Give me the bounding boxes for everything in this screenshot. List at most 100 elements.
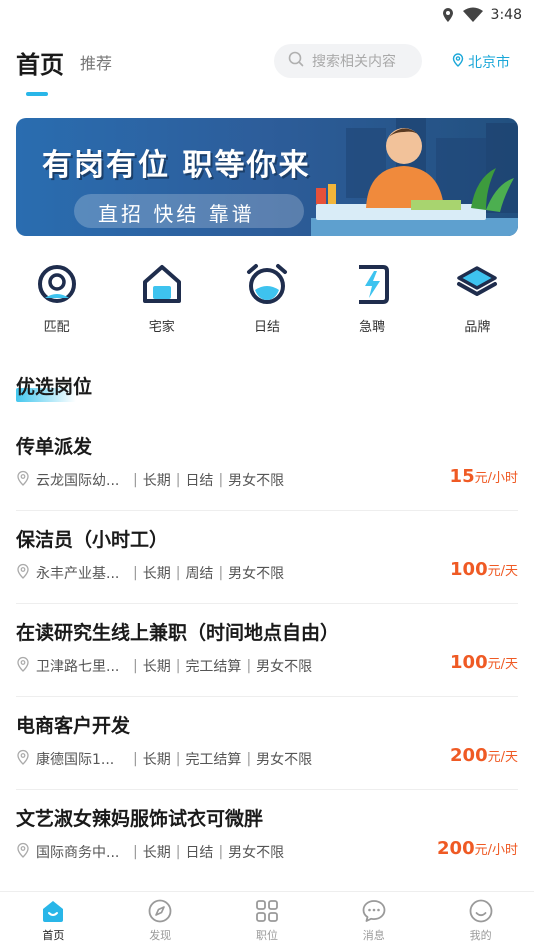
job-term: 长期 bbox=[142, 752, 171, 768]
divider: | bbox=[133, 472, 138, 488]
job-meta: 康德国际1... | 长期 | 完工结算 | 男女不限 bbox=[16, 749, 312, 769]
divider: | bbox=[133, 565, 138, 581]
location-pin-icon bbox=[452, 53, 464, 71]
search-icon bbox=[288, 51, 304, 71]
city-selector[interactable]: 北京市 bbox=[452, 52, 510, 72]
tab-active-indicator bbox=[26, 92, 48, 96]
home-icon bbox=[142, 265, 181, 303]
tab-jobs-nav[interactable]: 职位 bbox=[214, 892, 321, 949]
divider: | bbox=[133, 658, 138, 674]
divider: | bbox=[218, 844, 224, 860]
job-title: 在读研究生线上兼职（时间地点自由） bbox=[16, 622, 340, 644]
job-location: 云龙国际幼... bbox=[36, 473, 120, 489]
job-card[interactable]: 在读研究生线上兼职（时间地点自由） 卫津路七里... | 长期 | 完工结算 |… bbox=[16, 604, 518, 697]
location-status-icon bbox=[441, 7, 455, 23]
divider: | bbox=[133, 751, 138, 767]
top-header: 首页 推荐 bbox=[16, 44, 518, 80]
category-label: 匹配 bbox=[43, 320, 70, 335]
category-label: 急聘 bbox=[359, 320, 386, 335]
location-pin-icon bbox=[16, 842, 30, 862]
divider: | bbox=[175, 751, 181, 767]
section-title: 优选岗位 bbox=[16, 376, 93, 398]
category-label: 品牌 bbox=[464, 320, 491, 335]
category-daily-pay[interactable]: 日结 bbox=[222, 262, 312, 335]
job-card[interactable]: 保洁员（小时工） 永丰产业基... | 长期 | 周结 | 男女不限 100 元… bbox=[16, 511, 518, 604]
category-brand[interactable]: 品牌 bbox=[432, 262, 522, 335]
pay-amount: 200 bbox=[437, 838, 475, 859]
target-icon bbox=[37, 265, 76, 303]
pay-unit: 元/小时 bbox=[474, 843, 518, 858]
search-placeholder: 搜索相关内容 bbox=[312, 54, 396, 70]
pay-amount: 100 bbox=[450, 652, 488, 673]
location-pin-icon bbox=[16, 563, 30, 583]
job-term: 长期 bbox=[142, 473, 171, 489]
job-gender: 男女不限 bbox=[256, 752, 313, 768]
pay-unit: 元/天 bbox=[487, 750, 518, 765]
job-pay: 100 元/天 bbox=[450, 652, 518, 673]
divider: | bbox=[246, 658, 252, 674]
tab-recommend[interactable]: 推荐 bbox=[80, 50, 112, 74]
job-card[interactable]: 文艺淑女辣妈服饰试衣可微胖 国际商务中... | 长期 | 日结 | 男女不限 … bbox=[16, 790, 518, 883]
chat-bubble-icon bbox=[362, 900, 386, 922]
category-urgent[interactable]: 急聘 bbox=[327, 262, 417, 335]
job-term: 长期 bbox=[142, 659, 171, 675]
grid-icon bbox=[256, 900, 278, 922]
pay-amount: 100 bbox=[450, 559, 488, 580]
job-term: 长期 bbox=[142, 845, 171, 861]
divider: | bbox=[246, 751, 252, 767]
banner-subtitle: 直招 快结 靠谱 bbox=[98, 202, 255, 226]
location-pin-icon bbox=[16, 470, 30, 490]
section-header: 优选岗位 bbox=[16, 372, 93, 402]
job-meta: 卫津路七里... | 长期 | 完工结算 | 男女不限 bbox=[16, 656, 312, 676]
job-location: 国际商务中... bbox=[36, 845, 120, 861]
tab-profile-nav[interactable]: 我的 bbox=[427, 892, 534, 949]
divider: | bbox=[175, 844, 181, 860]
job-pay: 15 元/小时 bbox=[450, 466, 518, 487]
alarm-clock-icon bbox=[246, 264, 287, 304]
job-pay: 200 元/小时 bbox=[437, 838, 518, 859]
pay-amount: 15 bbox=[449, 466, 475, 487]
home-smile-icon bbox=[43, 901, 64, 922]
job-title: 文艺淑女辣妈服饰试衣可微胖 bbox=[16, 808, 264, 830]
job-title: 电商客户开发 bbox=[16, 715, 131, 737]
job-location: 卫津路七里... bbox=[36, 659, 120, 675]
job-card[interactable]: 电商客户开发 康德国际1... | 长期 | 完工结算 | 男女不限 200 元… bbox=[16, 697, 518, 790]
job-meta: 云龙国际幼... | 长期 | 日结 | 男女不限 bbox=[16, 470, 284, 490]
compass-icon bbox=[148, 899, 172, 923]
pay-unit: 元/小时 bbox=[474, 471, 518, 486]
category-match[interactable]: 匹配 bbox=[12, 262, 102, 335]
tab-messages-nav[interactable]: 消息 bbox=[320, 892, 427, 949]
bottom-tab-bar: 首页 发现 职位 消息 我的 bbox=[0, 891, 534, 949]
divider: | bbox=[175, 472, 181, 488]
layers-icon bbox=[457, 266, 498, 296]
location-pin-icon bbox=[16, 656, 30, 676]
job-list: 传单派发 云龙国际幼... | 长期 | 日结 | 男女不限 15 元/小时 保… bbox=[16, 418, 518, 883]
job-settlement: 完工结算 bbox=[185, 659, 242, 675]
job-settlement: 日结 bbox=[185, 473, 214, 489]
job-gender: 男女不限 bbox=[228, 845, 285, 861]
divider: | bbox=[218, 472, 224, 488]
job-location: 康德国际1... bbox=[36, 752, 115, 768]
tab-discover-nav[interactable]: 发现 bbox=[107, 892, 214, 949]
tab-home-nav[interactable]: 首页 bbox=[0, 892, 107, 949]
job-term: 长期 bbox=[142, 566, 171, 582]
promo-banner[interactable]: 有岗有位 职等你来 直招 快结 靠谱 bbox=[16, 118, 518, 236]
job-gender: 男女不限 bbox=[256, 659, 313, 675]
job-pay: 200 元/天 bbox=[450, 745, 518, 766]
lightning-icon bbox=[359, 265, 390, 304]
job-title: 保洁员（小时工） bbox=[16, 529, 169, 551]
pay-unit: 元/天 bbox=[487, 657, 518, 672]
tab-home[interactable]: 首页 bbox=[16, 45, 64, 80]
job-settlement: 完工结算 bbox=[185, 752, 242, 768]
category-label: 宅家 bbox=[148, 320, 175, 335]
category-label: 日结 bbox=[253, 320, 280, 335]
search-input[interactable]: 搜索相关内容 bbox=[274, 44, 422, 78]
wifi-icon bbox=[462, 7, 483, 23]
pay-amount: 200 bbox=[450, 745, 488, 766]
category-row: 匹配 宅家 日结 急聘 品牌 bbox=[0, 262, 534, 335]
location-pin-icon bbox=[16, 749, 30, 769]
job-card[interactable]: 传单派发 云龙国际幼... | 长期 | 日结 | 男女不限 15 元/小时 bbox=[16, 418, 518, 511]
job-gender: 男女不限 bbox=[228, 566, 285, 582]
category-home[interactable]: 宅家 bbox=[117, 262, 207, 335]
smiley-icon bbox=[469, 899, 492, 923]
